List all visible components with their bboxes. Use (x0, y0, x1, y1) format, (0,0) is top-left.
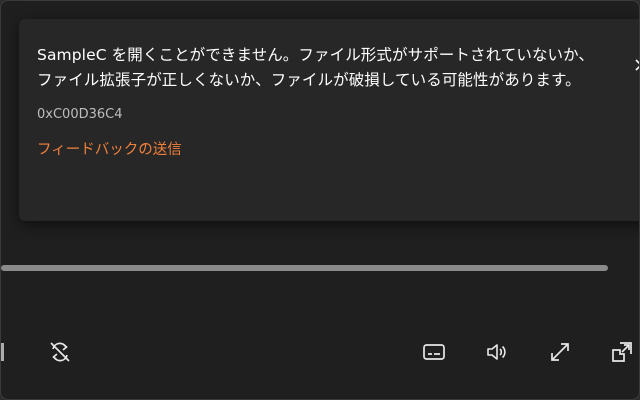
mini-player-icon[interactable] (607, 337, 637, 367)
control-bar (1, 329, 639, 375)
repeat-off-icon[interactable] (45, 337, 75, 367)
send-feedback-link[interactable]: フィードバックの送信 (37, 140, 182, 160)
close-icon[interactable] (629, 57, 639, 73)
previous-control-edge[interactable] (1, 343, 4, 361)
error-message: SampleC を開くことができません。ファイル形式がサポートされていないか、フ… (37, 46, 595, 89)
volume-icon[interactable] (482, 337, 512, 367)
seek-bar[interactable] (1, 265, 608, 271)
subtitles-icon[interactable] (419, 337, 449, 367)
error-code: 0xC00D36C4 (37, 107, 123, 122)
media-player-window: SampleC を開くことができません。ファイル形式がサポートされていないか、フ… (0, 0, 640, 400)
fullscreen-icon[interactable] (545, 337, 575, 367)
error-banner: SampleC を開くことができません。ファイル形式がサポートされていないか、フ… (19, 19, 639, 221)
